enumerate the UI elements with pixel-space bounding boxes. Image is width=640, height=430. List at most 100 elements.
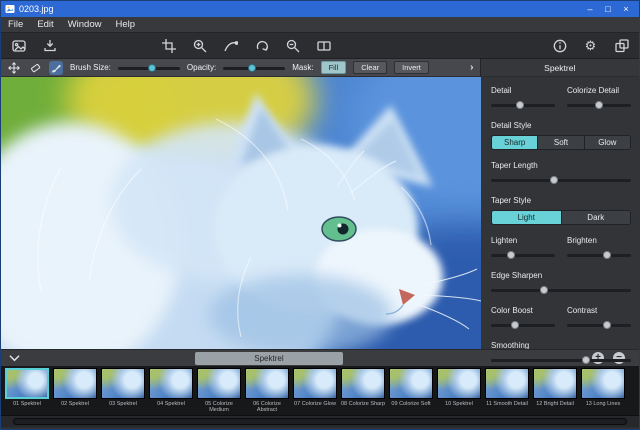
edge-sharpen-thumb[interactable]: [540, 286, 548, 294]
brighten-track[interactable]: [567, 254, 631, 257]
preset-thumbnail[interactable]: 02 Spektrel: [52, 368, 98, 415]
taper-style-segmented: Light Dark: [491, 210, 631, 225]
titlebar[interactable]: 0203.jpg – □ ×: [1, 1, 639, 17]
detail-thumb[interactable]: [516, 101, 524, 109]
preset-thumbnail-image[interactable]: [341, 368, 385, 399]
edge-sharpen-slider[interactable]: [491, 285, 631, 295]
preset-thumbnail[interactable]: 01 Spektrel: [4, 368, 50, 415]
taper-length-thumb[interactable]: [550, 176, 558, 184]
preset-category-tab[interactable]: Spektrel: [195, 352, 343, 365]
contrast-thumb[interactable]: [603, 321, 611, 329]
edge-sharpen-label: Edge Sharpen: [491, 271, 631, 280]
lighten-track[interactable]: [491, 254, 555, 257]
close-button[interactable]: ×: [617, 2, 635, 16]
mask-label: Mask:: [292, 63, 313, 72]
chevron-right-icon[interactable]: ›: [470, 62, 473, 73]
preset-thumbnail-image[interactable]: [485, 368, 529, 399]
colorize-detail-slider[interactable]: [567, 100, 631, 110]
canvas-image[interactable]: [1, 77, 481, 349]
preset-thumbnail-image[interactable]: [245, 368, 289, 399]
preset-thumb-label: 08 Colorize Sharp: [341, 401, 385, 407]
preset-thumb-label: 09 Colorize Soft: [391, 401, 430, 407]
brush-size-slider[interactable]: [118, 63, 180, 73]
brighten-slider[interactable]: [567, 250, 631, 260]
preset-thumbnail-image[interactable]: [581, 368, 625, 399]
maximize-button[interactable]: □: [599, 2, 617, 16]
taper-length-slider[interactable]: [491, 175, 631, 185]
smoothing-thumb[interactable]: [582, 356, 590, 364]
opacity-thumb[interactable]: [248, 64, 256, 72]
preset-thumbnail-image[interactable]: [53, 368, 97, 399]
minimize-button[interactable]: –: [581, 2, 599, 16]
edge-sharpen-track[interactable]: [491, 289, 631, 292]
preset-thumbnail[interactable]: 03 Spektrel: [100, 368, 146, 415]
settings-gear-icon[interactable]: ⚙: [583, 38, 598, 53]
zoom-out-icon[interactable]: [285, 38, 300, 53]
move-tool-icon[interactable]: [7, 61, 21, 75]
taper-style-light-button[interactable]: Light: [492, 211, 562, 224]
preset-thumbnail-image[interactable]: [5, 368, 49, 399]
detail-slider[interactable]: [491, 100, 555, 110]
preset-thumbnail-image[interactable]: [101, 368, 145, 399]
smoothing-track[interactable]: [491, 359, 631, 362]
lighten-thumb[interactable]: [507, 251, 515, 259]
preset-strip: 01 Spektrel 02 Spektrel 03 Spektrel 04 S…: [1, 366, 639, 415]
colorize-detail-thumb[interactable]: [595, 101, 603, 109]
redo-icon[interactable]: [254, 38, 269, 53]
presets-gallery-icon[interactable]: [614, 38, 629, 53]
preset-thumbnail[interactable]: 06 Colorize Abstract: [244, 368, 290, 415]
menu-edit[interactable]: Edit: [37, 19, 53, 30]
taper-length-label: Taper Length: [491, 161, 631, 170]
lighten-slider[interactable]: [491, 250, 555, 260]
taper-style-dark-button[interactable]: Dark: [562, 211, 631, 224]
preset-thumbnail-image[interactable]: [293, 368, 337, 399]
colorize-detail-label: Colorize Detail: [567, 86, 631, 95]
detail-style-glow-button[interactable]: Glow: [585, 136, 630, 149]
zoom-in-icon[interactable]: [192, 38, 207, 53]
info-icon[interactable]: [552, 38, 567, 53]
preset-thumbnail-image[interactable]: [149, 368, 193, 399]
preset-thumbnail-image[interactable]: [533, 368, 577, 399]
preset-thumbnail[interactable]: 07 Colorize Glow: [292, 368, 338, 415]
brush-size-thumb[interactable]: [148, 64, 156, 72]
crop-icon[interactable]: [161, 38, 176, 53]
import-image-icon[interactable]: [42, 38, 57, 53]
compare-icon[interactable]: [316, 38, 331, 53]
preset-thumbnail[interactable]: 05 Colorize Medium: [196, 368, 242, 415]
mask-clear-button[interactable]: Clear: [353, 61, 387, 74]
preset-thumbnail[interactable]: 11 Smooth Detail: [484, 368, 530, 415]
opacity-label: Opacity:: [187, 63, 216, 72]
mask-fill-button[interactable]: Fill: [321, 61, 347, 74]
preset-thumbnail[interactable]: 10 Spektrel: [436, 368, 482, 415]
eraser-tool-icon[interactable]: [28, 61, 42, 75]
preset-thumbnail[interactable]: 04 Spektrel: [148, 368, 194, 415]
brush-tool-icon[interactable]: [49, 61, 63, 75]
preset-thumbnail-image[interactable]: [437, 368, 481, 399]
smoothing-slider[interactable]: [491, 355, 631, 365]
preset-thumbnail[interactable]: 12 Bright Detail: [532, 368, 578, 415]
detail-style-sharp-button[interactable]: Sharp: [492, 136, 538, 149]
chevron-down-icon[interactable]: [9, 349, 20, 367]
color-boost-slider[interactable]: [491, 320, 555, 330]
preset-thumbnail[interactable]: 13 Long Lines: [580, 368, 626, 415]
color-boost-track[interactable]: [491, 324, 555, 327]
preset-thumbnail-image[interactable]: [197, 368, 241, 399]
taper-length-track[interactable]: [491, 179, 631, 182]
contrast-track[interactable]: [567, 324, 631, 327]
color-boost-thumb[interactable]: [511, 321, 519, 329]
horizontal-scrollbar[interactable]: [1, 415, 639, 427]
mask-invert-button[interactable]: Invert: [394, 61, 429, 74]
scrollbar-handle[interactable]: [13, 418, 627, 425]
brighten-thumb[interactable]: [603, 251, 611, 259]
detail-style-soft-button[interactable]: Soft: [538, 136, 584, 149]
open-image-icon[interactable]: [11, 38, 26, 53]
contrast-slider[interactable]: [567, 320, 631, 330]
menu-window[interactable]: Window: [68, 19, 102, 30]
menu-help[interactable]: Help: [115, 19, 135, 30]
menu-file[interactable]: File: [8, 19, 23, 30]
opacity-slider[interactable]: [223, 63, 285, 73]
preset-thumbnail-image[interactable]: [389, 368, 433, 399]
preset-thumbnail[interactable]: 08 Colorize Sharp: [340, 368, 386, 415]
curve-tool-icon[interactable]: [223, 38, 238, 53]
preset-thumbnail[interactable]: 09 Colorize Soft: [388, 368, 434, 415]
